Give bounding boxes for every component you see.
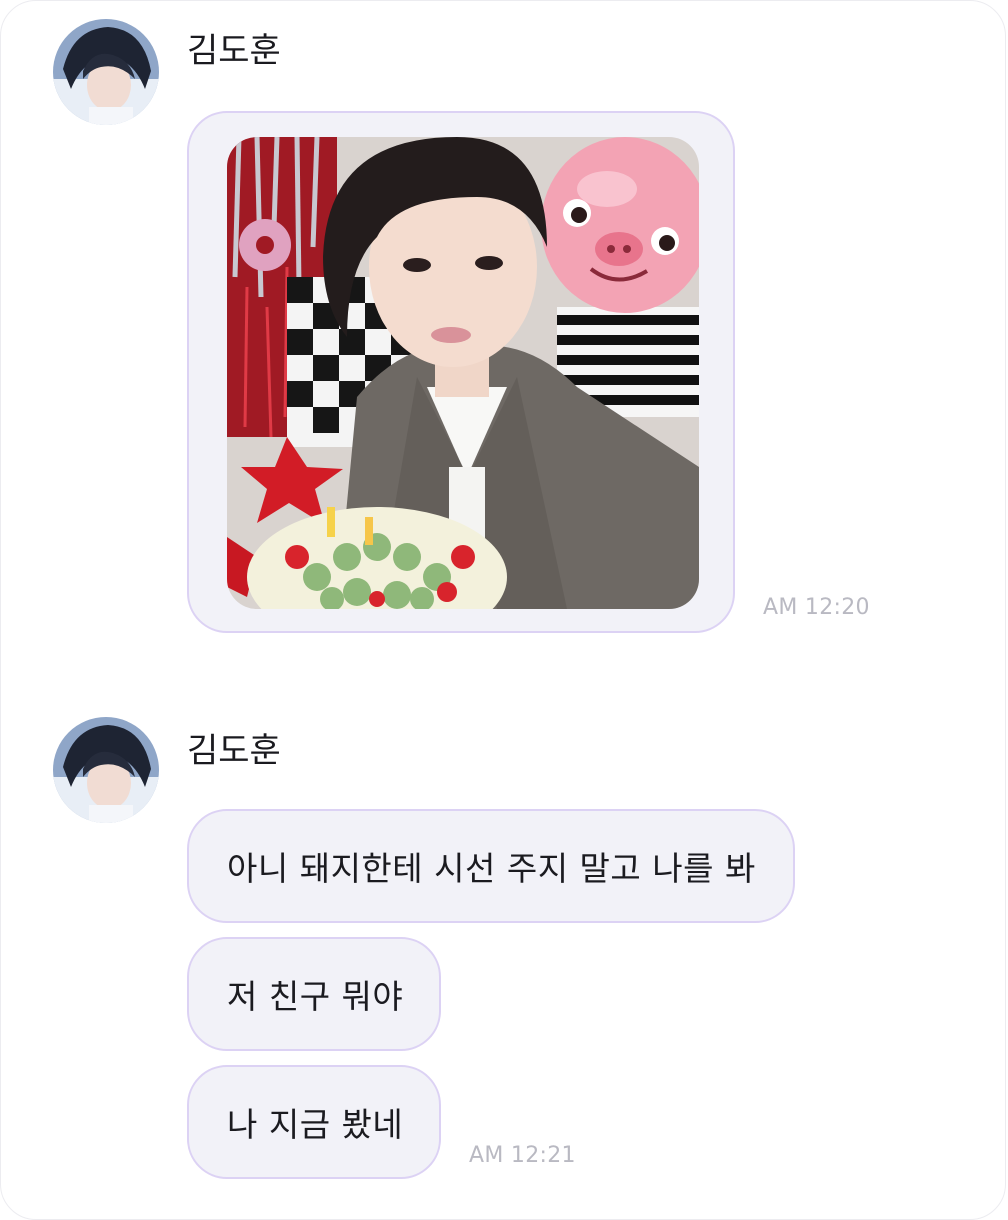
message-timestamp: AM 12:21 xyxy=(469,1143,576,1168)
chat-panel: 김도훈 AM 12:20 김도훈 아니 돼지한테 시선 주지 말고 나를 봐 저… xyxy=(0,0,1006,1220)
message-text: 아니 돼지한테 시선 주지 말고 나를 봐 xyxy=(227,849,756,888)
photo-image xyxy=(227,137,699,609)
profile-photo-icon xyxy=(53,717,159,823)
text-message-bubble[interactable]: 저 친구 뭐야 xyxy=(187,937,441,1051)
message-text: 저 친구 뭐야 xyxy=(227,977,404,1016)
sender-name: 김도훈 xyxy=(187,31,281,71)
text-message-bubble[interactable]: 나 지금 봤네 xyxy=(187,1065,441,1179)
photo-message-bubble[interactable] xyxy=(187,111,735,633)
sender-avatar[interactable] xyxy=(53,717,159,823)
message-text: 나 지금 봤네 xyxy=(227,1105,404,1144)
message-timestamp: AM 12:20 xyxy=(763,595,870,620)
shared-photo[interactable] xyxy=(227,137,699,609)
sender-avatar[interactable] xyxy=(53,19,159,125)
text-message-bubble[interactable]: 아니 돼지한테 시선 주지 말고 나를 봐 xyxy=(187,809,795,923)
profile-photo-icon xyxy=(53,19,159,125)
sender-name: 김도훈 xyxy=(187,731,281,771)
